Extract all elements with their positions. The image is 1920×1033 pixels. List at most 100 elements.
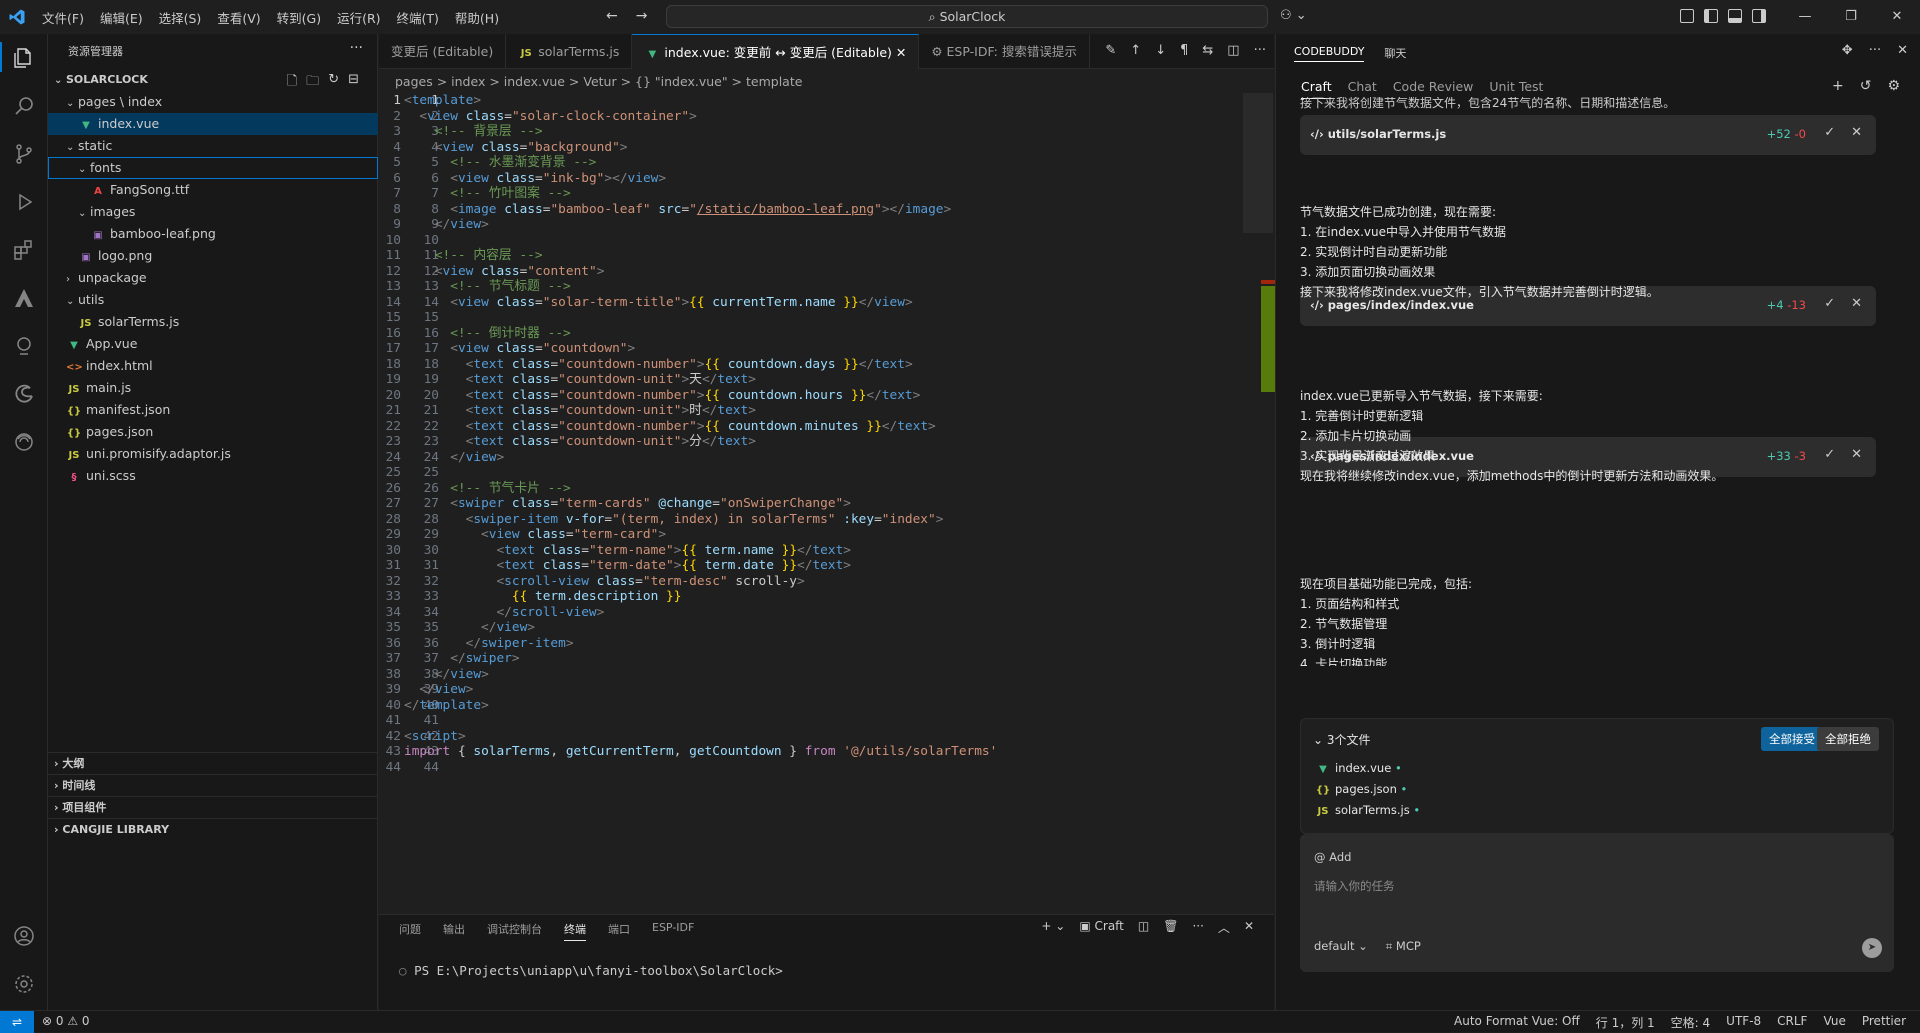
add-context-button[interactable]: @ Add xyxy=(1314,850,1351,864)
new-terminal-icon[interactable]: + ⌄ xyxy=(1041,919,1065,936)
menu-item[interactable]: 查看(V) xyxy=(209,8,268,27)
status-item[interactable]: Vue xyxy=(1823,1014,1845,1031)
status-item[interactable]: Auto Format Vue: Off xyxy=(1454,1014,1580,1031)
folder-item[interactable]: ⌄ fonts xyxy=(48,157,378,179)
send-icon[interactable]: ➤ xyxy=(1862,938,1882,958)
changed-file-item[interactable]: JS solarTerms.js • xyxy=(1315,803,1421,817)
file-item[interactable]: JS solarTerms.js xyxy=(48,311,378,333)
folder-item[interactable]: ⌄ pages \ index xyxy=(48,91,378,113)
open-changes-icon[interactable]: ⇆ xyxy=(1202,43,1213,58)
toggle-panel-icon[interactable] xyxy=(1728,9,1742,23)
terminal-prompt[interactable]: ○ PS E:\Projects\uniapp\u\fanyi-toolbox\… xyxy=(399,963,783,978)
editor-tab[interactable]: JS solarTerms.js xyxy=(506,34,633,69)
esp-idf-icon[interactable] xyxy=(12,430,36,454)
search-icon[interactable] xyxy=(12,94,36,118)
arrow-up-icon[interactable]: ↑ xyxy=(1130,43,1141,58)
split-terminal-icon[interactable]: ◫ xyxy=(1138,919,1149,936)
chat-header-tab[interactable]: CODEBUDDY xyxy=(1294,45,1365,62)
status-item[interactable]: CRLF xyxy=(1777,1014,1807,1031)
settings-gear-icon[interactable] xyxy=(12,972,36,996)
extensions-icon[interactable] xyxy=(12,238,36,262)
edit-icon[interactable]: ✎ xyxy=(1105,43,1116,58)
file-item[interactable]: {} pages.json xyxy=(48,421,378,443)
changed-file-item[interactable]: {} pages.json • xyxy=(1315,782,1407,796)
file-item[interactable]: § uni.scss xyxy=(48,465,378,487)
close-icon[interactable]: ✕ xyxy=(892,45,906,60)
file-item[interactable]: ▼ App.vue xyxy=(48,333,378,355)
forward-arrow-icon[interactable]: → xyxy=(636,8,648,24)
status-item[interactable]: 空格: 4 xyxy=(1671,1014,1711,1031)
check-icon[interactable]: ✓ xyxy=(1824,125,1835,140)
panel-tab[interactable]: 端口 xyxy=(608,921,630,941)
more-actions-icon[interactable]: ··· xyxy=(1254,43,1266,58)
accept-all-button[interactable]: 全部接受 xyxy=(1761,727,1823,751)
menu-item[interactable]: 转到(G) xyxy=(269,8,329,27)
more-actions-icon[interactable]: ··· xyxy=(1869,43,1881,58)
code-editor[interactable]: 1 1 <template> 2 2 <view class="solar-clock-… xyxy=(379,93,1259,893)
sidebar-section-0[interactable]: › 大纲 xyxy=(48,752,378,774)
close-icon[interactable]: ✕ xyxy=(1851,447,1862,462)
mcp-button[interactable]: ⌗ MCP xyxy=(1386,939,1421,954)
folder-item[interactable]: ⌄ utils xyxy=(48,289,378,311)
file-item[interactable]: ▣ bamboo-leaf.png xyxy=(48,223,378,245)
settings-icon[interactable]: ⚙ xyxy=(1887,78,1900,94)
file-item[interactable]: ▣ logo.png xyxy=(48,245,378,267)
file-change-card[interactable]: ‹/› utils/solarTerms.js +52 -0 ✓ ✕ xyxy=(1300,115,1876,155)
menu-item[interactable]: 文件(F) xyxy=(34,8,92,27)
toggle-sidebar-icon[interactable] xyxy=(1704,9,1718,23)
account-icon[interactable] xyxy=(12,924,36,948)
split-editor-icon[interactable]: ◫ xyxy=(1227,43,1239,58)
menu-item[interactable]: 编辑(E) xyxy=(92,8,151,27)
status-item[interactable]: 行 1，列 1 xyxy=(1596,1014,1655,1031)
panel-tab[interactable]: ESP-IDF xyxy=(652,921,694,941)
check-icon[interactable]: ✓ xyxy=(1824,447,1835,462)
edge-icon[interactable] xyxy=(12,382,36,406)
sidebar-section-1[interactable]: › 时间线 xyxy=(48,774,378,796)
chat-mode-tab[interactable]: Code Review xyxy=(1393,79,1474,99)
cangjie-icon[interactable] xyxy=(12,286,36,310)
source-control-icon[interactable] xyxy=(12,142,36,166)
panel-tab[interactable]: 终端 xyxy=(564,921,586,941)
folder-item[interactable]: ⌄ static xyxy=(48,135,378,157)
chat-input-box[interactable]: @ Add 请输入你的任务 default ⌄ ⌗ MCP ➤ xyxy=(1300,834,1894,972)
maximize-panel-icon[interactable]: ︿ xyxy=(1218,919,1230,936)
file-item[interactable]: A FangSong.ttf xyxy=(48,179,378,201)
panel-tab[interactable]: 问题 xyxy=(399,921,421,941)
problems-count[interactable]: ⊗ 0 ⚠ 0 xyxy=(42,1014,90,1028)
close-window-icon[interactable]: ✕ xyxy=(1874,0,1920,34)
panel-tab[interactable]: 输出 xyxy=(443,921,465,941)
menu-item[interactable]: 终端(T) xyxy=(389,8,447,27)
reject-all-button[interactable]: 全部拒绝 xyxy=(1817,727,1879,751)
restore-icon[interactable]: ❐ xyxy=(1828,0,1874,34)
close-icon[interactable]: ✕ xyxy=(1851,125,1862,140)
chat-mode-tab[interactable]: Chat xyxy=(1348,79,1377,99)
explorer-icon[interactable] xyxy=(12,46,36,70)
ai-assistant-icon[interactable] xyxy=(12,334,36,358)
arrow-down-icon[interactable]: ↓ xyxy=(1155,43,1166,58)
command-center-search[interactable]: ⌕ SolarClock xyxy=(666,5,1268,28)
sidebar-section-2[interactable]: › 项目组件 xyxy=(48,796,378,818)
model-select[interactable]: default ⌄ xyxy=(1314,939,1368,954)
close-icon[interactable]: ✕ xyxy=(1897,43,1908,58)
minimap[interactable] xyxy=(1243,93,1273,233)
more-actions-icon[interactable]: ··· xyxy=(350,40,363,56)
chat-header-tab[interactable]: 聊天 xyxy=(1384,45,1406,62)
status-item[interactable]: UTF-8 xyxy=(1726,1014,1761,1031)
pilcrow-icon[interactable]: ¶ xyxy=(1180,43,1188,58)
check-icon[interactable]: ✓ xyxy=(1824,296,1835,311)
minimize-icon[interactable]: — xyxy=(1782,0,1828,34)
sidebar-section-3[interactable]: › CANGJIE LIBRARY xyxy=(48,818,378,840)
editor-tab[interactable]: ⚙ ESP-IDF: 搜索错误提示 xyxy=(919,34,1090,69)
trash-icon[interactable]: 🗑 xyxy=(1163,919,1178,936)
back-arrow-icon[interactable]: ← xyxy=(606,8,618,24)
editor-tab[interactable]: ▼ index.vue: 变更前 ↔ 变更后 (Editable) ✕ xyxy=(632,34,920,69)
menu-item[interactable]: 帮助(H) xyxy=(447,8,507,27)
changed-files-header[interactable]: ⌄ 3个文件 xyxy=(1313,731,1371,748)
menu-item[interactable]: 运行(R) xyxy=(329,8,388,27)
close-icon[interactable]: ✕ xyxy=(1851,296,1862,311)
chat-mode-tab[interactable]: Craft xyxy=(1301,79,1332,99)
file-item[interactable]: JS main.js xyxy=(48,377,378,399)
remote-icon[interactable]: ⇌ xyxy=(0,1011,34,1033)
folder-item[interactable]: › unpackage xyxy=(48,267,378,289)
history-icon[interactable]: ↺ xyxy=(1860,78,1872,94)
